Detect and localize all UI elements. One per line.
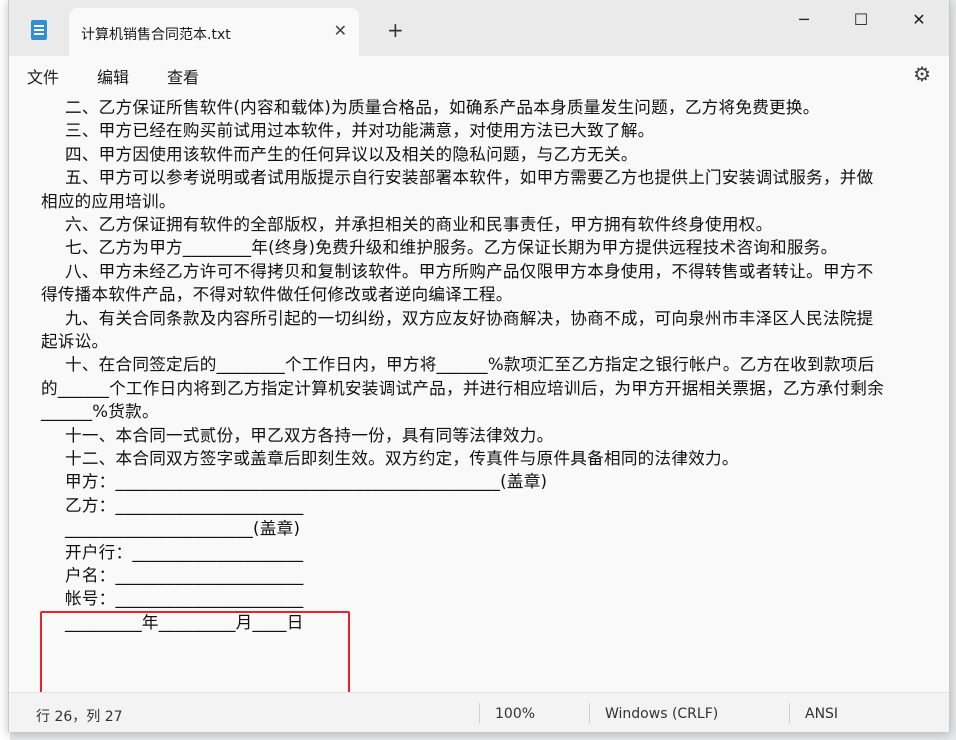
text-line: 户名：______________________ — [65, 562, 304, 586]
text-line: ______%货款。 — [41, 398, 159, 422]
text-line: 十、在合同签定后的________个工作日内，甲方将______%款项汇至乙方指… — [65, 351, 874, 375]
text-line: 的______个工作日内将到乙方指定计算机安装调试产品，并进行相应培训后，为甲方… — [41, 375, 884, 399]
text-line: 四、甲方因使用该软件而产生的任何异议以及相关的隐私问题，与乙方无关。 — [65, 141, 638, 165]
text-line: 十二、本合同双方签字或盖章后即刻生效。双方约定，传真件与原件具备相同的法律效力。 — [65, 445, 739, 469]
divider — [789, 703, 790, 723]
title-bar: 计算机销售合同范本.txt ✕ + ─ ☐ ✕ — [9, 0, 949, 56]
text-line: 甲方：_____________________________________… — [65, 468, 547, 492]
settings-gear-icon[interactable]: ⚙ — [913, 62, 931, 86]
text-line: 五、甲方可以参考说明或者试用版提示自行安装部署本软件，如甲方需要乙方也提供上门安… — [65, 164, 874, 188]
menu-view[interactable]: 查看 — [167, 64, 199, 88]
text-line: 七、乙方为甲方________年(终身)免费升级和维护服务。乙方保证长期为甲方提… — [65, 234, 837, 258]
text-line: 起诉讼。 — [41, 328, 108, 352]
maximize-button[interactable]: ☐ — [846, 10, 876, 29]
text-line: 得传播本软件产品，不得对软件做任何修改或者逆向编译工程。 — [41, 281, 513, 305]
tab-title: 计算机销售合同范本.txt — [81, 24, 231, 44]
encoding: ANSI — [805, 706, 838, 722]
new-tab-button[interactable]: + — [387, 18, 404, 42]
text-line: 相应的应用培训。 — [41, 188, 176, 212]
menu-edit[interactable]: 编辑 — [97, 64, 129, 88]
minimize-button[interactable]: ─ — [789, 10, 819, 29]
zoom-level: 100% — [495, 706, 535, 722]
text-line: 九、有关合同条款及内容所引起的一切纠纷，双方应友好协商解决，协商不成，可向泉州市… — [65, 305, 874, 329]
text-line: 十一、本合同一式贰份，甲乙双方各持一份，具有同等法律效力。 — [65, 422, 553, 446]
file-tab[interactable]: 计算机销售合同范本.txt ✕ — [69, 8, 359, 56]
text-line: 二、乙方保证所售软件(内容和载体)为质量合格品，如确系产品本身质量发生问题，乙方… — [65, 94, 820, 118]
text-line: ______________________(盖章) — [65, 515, 300, 539]
cursor-position: 行 26，列 27 — [36, 706, 123, 726]
text-line: 开户行：____________________ — [65, 539, 303, 563]
divider — [589, 703, 590, 723]
menu-file[interactable]: 文件 — [27, 64, 59, 88]
text-line: 六、乙方保证拥有软件的全部版权，并承担相关的商业和民事责任，甲方拥有软件终身使用… — [65, 211, 772, 235]
close-tab-icon[interactable]: ✕ — [334, 21, 347, 40]
close-window-button[interactable]: ✕ — [904, 10, 934, 29]
notepad-window: 计算机销售合同范本.txt ✕ + ─ ☐ ✕ 文件 编辑 查看 ⚙ 二、乙方保… — [8, 0, 950, 732]
text-editor[interactable]: 二、乙方保证所售软件(内容和载体)为质量合格品，如确系产品本身质量发生问题，乙方… — [9, 92, 949, 692]
divider — [479, 703, 480, 723]
text-line: 三、甲方已经在购买前试用过本软件，并对功能满意，对使用方法已大致了解。 — [65, 117, 655, 141]
text-line: 八、甲方未经乙方许可不得拷贝和复制该软件。甲方所购产品仅限甲方本身使用，不得转售… — [65, 258, 874, 282]
text-line: 乙方：______________________ — [65, 492, 304, 516]
notepad-icon — [31, 20, 47, 40]
line-ending: Windows (CRLF) — [605, 706, 718, 722]
text-line: 帐号：______________________ — [65, 585, 304, 609]
status-bar: 行 26，列 27 100% Windows (CRLF) ANSI — [9, 692, 949, 732]
text-line: _________年_________月____日 — [65, 609, 304, 633]
menu-bar: 文件 编辑 查看 ⚙ — [9, 56, 949, 92]
